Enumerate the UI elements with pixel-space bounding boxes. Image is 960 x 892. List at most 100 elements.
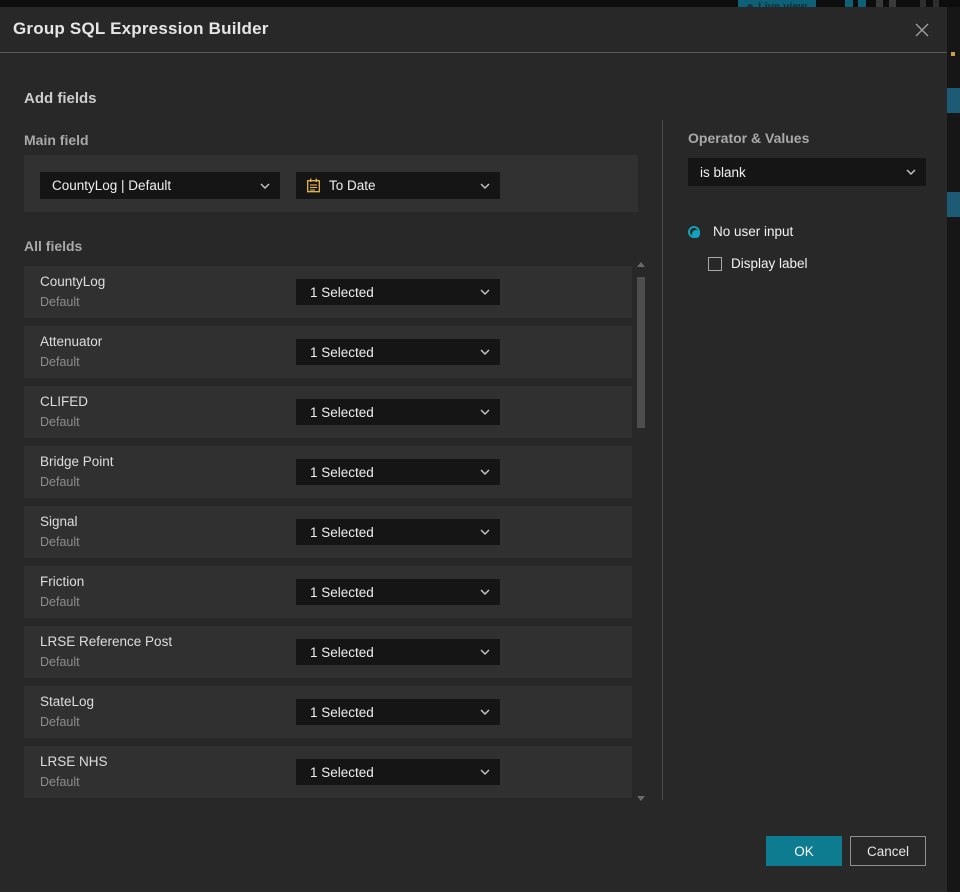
all-fields-scrollbar[interactable] bbox=[636, 260, 647, 803]
ok-button[interactable]: OK bbox=[766, 836, 842, 866]
radio-selected-icon bbox=[688, 225, 700, 238]
dialog-titlebar: Group SQL Expression Builder bbox=[0, 7, 947, 53]
field-subtitle: Default bbox=[40, 715, 80, 729]
field-subtitle: Default bbox=[40, 295, 80, 309]
vertical-divider bbox=[662, 120, 663, 800]
dialog-title: Group SQL Expression Builder bbox=[13, 19, 269, 38]
chevron-down-icon bbox=[480, 589, 490, 595]
background-right-strip bbox=[947, 7, 960, 892]
field-name: StateLog bbox=[40, 694, 95, 709]
chevron-down-icon bbox=[906, 169, 916, 175]
chevron-down-icon bbox=[480, 183, 490, 189]
field-subtitle: Default bbox=[40, 535, 80, 549]
operator-value: is blank bbox=[700, 164, 746, 180]
display-label-checkbox[interactable]: Display label bbox=[708, 256, 808, 271]
background-highlight-fragment bbox=[947, 192, 960, 217]
main-field-field-dropdown[interactable]: To Date bbox=[296, 172, 500, 199]
operator-dropdown[interactable]: is blank bbox=[688, 158, 926, 186]
field-name: LRSE NHS bbox=[40, 754, 108, 769]
field-select-value: 1 Selected bbox=[310, 464, 374, 480]
background-toolbar-fragment bbox=[845, 0, 853, 7]
chevron-down-icon bbox=[480, 469, 490, 475]
field-name: Bridge Point bbox=[40, 454, 114, 469]
scrollbar-up-arrow-icon[interactable] bbox=[637, 262, 645, 267]
background-toolbar-fragment bbox=[889, 0, 896, 7]
field-select-dropdown[interactable]: 1 Selected bbox=[296, 399, 500, 425]
field-select-dropdown[interactable]: 1 Selected bbox=[296, 699, 500, 725]
add-fields-heading: Add fields bbox=[24, 90, 97, 107]
field-select-dropdown[interactable]: 1 Selected bbox=[296, 459, 500, 485]
chevron-down-icon bbox=[480, 349, 490, 355]
field-row: Bridge Point Default 1 Selected bbox=[24, 446, 632, 498]
no-user-input-label: No user input bbox=[713, 224, 794, 239]
background-toolbar-fragment bbox=[933, 0, 939, 7]
chevron-down-icon bbox=[480, 649, 490, 655]
all-fields-label: All fields bbox=[24, 238, 83, 254]
field-select-dropdown[interactable]: 1 Selected bbox=[296, 579, 500, 605]
close-button[interactable] bbox=[910, 18, 934, 42]
background-app-strip: Live view bbox=[0, 0, 960, 7]
field-subtitle: Default bbox=[40, 775, 80, 789]
background-toolbar-fragment bbox=[858, 0, 866, 7]
calendar-icon bbox=[307, 178, 320, 193]
field-row: StateLog Default 1 Selected bbox=[24, 686, 632, 738]
cancel-button[interactable]: Cancel bbox=[850, 836, 926, 866]
field-row: CountyLog Default 1 Selected bbox=[24, 266, 632, 318]
chevron-down-icon bbox=[480, 769, 490, 775]
field-select-value: 1 Selected bbox=[310, 404, 374, 420]
background-highlight-fragment bbox=[947, 88, 960, 113]
field-select-dropdown[interactable]: 1 Selected bbox=[296, 339, 500, 365]
field-select-dropdown[interactable]: 1 Selected bbox=[296, 759, 500, 785]
background-toolbar-fragment bbox=[920, 0, 926, 7]
field-name: CLIFED bbox=[40, 394, 89, 409]
chevron-down-icon bbox=[480, 529, 490, 535]
field-select-value: 1 Selected bbox=[310, 704, 374, 720]
main-field-panel: CountyLog | Default To Date bbox=[24, 155, 638, 212]
field-row: LRSE NHS Default 1 Selected bbox=[24, 746, 632, 798]
scrollbar-thumb[interactable] bbox=[637, 277, 645, 428]
checkbox-unchecked-icon bbox=[708, 256, 722, 271]
chevron-down-icon bbox=[480, 289, 490, 295]
field-select-dropdown[interactable]: 1 Selected bbox=[296, 639, 500, 665]
main-field-layer-dropdown[interactable]: CountyLog | Default bbox=[40, 172, 280, 199]
field-subtitle: Default bbox=[40, 475, 80, 489]
field-name: Attenuator bbox=[40, 334, 103, 349]
scrollbar-down-arrow-icon[interactable] bbox=[637, 796, 645, 801]
field-row: Friction Default 1 Selected bbox=[24, 566, 632, 618]
background-toolbar-fragment bbox=[876, 0, 883, 7]
field-subtitle: Default bbox=[40, 655, 80, 669]
group-sql-expression-builder-dialog: Group SQL Expression Builder Add fields … bbox=[0, 7, 947, 892]
no-user-input-radio[interactable]: No user input bbox=[688, 224, 793, 239]
all-fields-list: CountyLog Default 1 Selected Attenuator … bbox=[24, 266, 632, 799]
background-fragment-dot bbox=[951, 52, 955, 56]
field-row: Attenuator Default 1 Selected bbox=[24, 326, 632, 378]
field-select-value: 1 Selected bbox=[310, 524, 374, 540]
field-subtitle: Default bbox=[40, 415, 80, 429]
field-select-dropdown[interactable]: 1 Selected bbox=[296, 279, 500, 305]
operator-values-label: Operator & Values bbox=[688, 130, 810, 146]
field-select-value: 1 Selected bbox=[310, 284, 374, 300]
field-name: CountyLog bbox=[40, 274, 106, 289]
field-name: Signal bbox=[40, 514, 78, 529]
chevron-down-icon bbox=[260, 183, 270, 189]
field-select-value: 1 Selected bbox=[310, 764, 374, 780]
screen: Live view Group SQL Expression Builder A… bbox=[0, 0, 960, 892]
field-row: Signal Default 1 Selected bbox=[24, 506, 632, 558]
field-select-dropdown[interactable]: 1 Selected bbox=[296, 519, 500, 545]
close-icon bbox=[915, 23, 929, 37]
main-field-field-value: To Date bbox=[329, 178, 376, 193]
field-select-value: 1 Selected bbox=[310, 344, 374, 360]
field-subtitle: Default bbox=[40, 355, 80, 369]
main-field-layer-value: CountyLog | Default bbox=[52, 178, 172, 193]
field-row: LRSE Reference Post Default 1 Selected bbox=[24, 626, 632, 678]
chevron-down-icon bbox=[480, 709, 490, 715]
main-field-label: Main field bbox=[24, 132, 89, 148]
live-view-button[interactable]: Live view bbox=[738, 0, 816, 7]
field-row: CLIFED Default 1 Selected bbox=[24, 386, 632, 438]
chevron-down-icon bbox=[480, 409, 490, 415]
display-label-label: Display label bbox=[731, 256, 808, 271]
field-select-value: 1 Selected bbox=[310, 584, 374, 600]
field-name: Friction bbox=[40, 574, 85, 589]
field-name: LRSE Reference Post bbox=[40, 634, 173, 649]
field-select-value: 1 Selected bbox=[310, 644, 374, 660]
